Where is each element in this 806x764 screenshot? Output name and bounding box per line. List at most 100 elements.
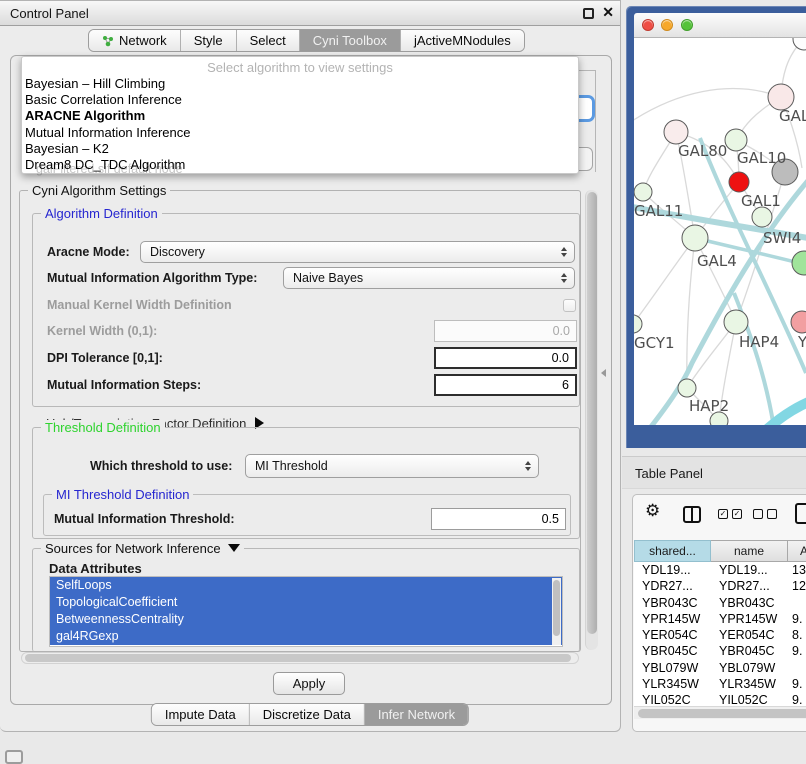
algorithm-dropdown: Select algorithm to view settings galFil…	[21, 56, 579, 174]
node-gal10[interactable]	[725, 129, 747, 151]
manual-kernel-label: Manual Kernel Width Definition	[47, 298, 232, 312]
network-canvas[interactable]: GAL GAL80 GAL10 GAL1 GAL11 SWI4 GAL4 GCY…	[634, 38, 806, 425]
threshold-definition-title: Threshold Definition	[41, 420, 165, 435]
mi-algorithm-type-select[interactable]: Naive Bayes	[283, 267, 575, 289]
table-row[interactable]: YPR145WYPR145W9.	[634, 611, 806, 627]
float-window-icon[interactable]	[583, 8, 594, 19]
mi-steps-field[interactable]: 6	[434, 374, 577, 396]
export-table-icon[interactable]	[795, 503, 806, 524]
settings-horizontal-scrollbar[interactable]	[21, 652, 579, 664]
cyni-algorithm-settings-title: Cyni Algorithm Settings	[28, 183, 170, 198]
network-window-titlebar[interactable]	[634, 13, 806, 38]
node-gal4[interactable]	[682, 225, 708, 251]
close-traffic-light-icon[interactable]	[642, 19, 654, 31]
gear-icon[interactable]: ⚙	[645, 501, 660, 521]
table-row[interactable]: YBR043CYBR043C	[634, 595, 806, 611]
mi-threshold-field[interactable]: 0.5	[431, 508, 566, 530]
tab-jactivemnodules[interactable]: jActiveMNodules	[401, 30, 524, 51]
list-item[interactable]: SelfLoops	[50, 577, 562, 594]
node-bright-green[interactable]	[792, 251, 806, 275]
tab-style[interactable]: Style	[181, 30, 237, 51]
table-row[interactable]: YIL052CYIL052C9.	[634, 692, 806, 706]
list-item[interactable]: TopologicalCoefficient	[50, 594, 562, 611]
table-panel-title: Table Panel	[635, 466, 703, 481]
node-gal1[interactable]	[729, 172, 749, 192]
data-attributes-label: Data Attributes	[49, 561, 142, 576]
table-row[interactable]: YER054CYER054C8.	[634, 627, 806, 643]
collapse-down-icon[interactable]	[228, 544, 240, 552]
table-row[interactable]: YBR045CYBR045C9.	[634, 643, 806, 659]
algorithm-definition-group: Algorithm Definition Aracne Mode: Discov…	[32, 213, 580, 407]
tab-cyni-toolbox[interactable]: Cyni Toolbox	[300, 30, 401, 51]
node-label: GAL4	[697, 252, 737, 270]
dropdown-item[interactable]: Basic Correlation Inference	[25, 92, 575, 108]
manual-kernel-checkbox[interactable]	[563, 299, 576, 312]
dropdown-item[interactable]: Bayesian – Hill Climbing	[25, 76, 575, 92]
dropdown-items: Bayesian – Hill Climbing Basic Correlati…	[25, 76, 575, 173]
select-all-icon[interactable]: ✓ ✓	[718, 509, 742, 519]
node-hap4[interactable]	[724, 310, 748, 334]
tab-network-label: Network	[119, 33, 167, 48]
table-panel-header: Table Panel	[622, 456, 806, 489]
tab-select[interactable]: Select	[237, 30, 300, 51]
table-row[interactable]: YDL19...YDL19...13	[634, 562, 806, 578]
sources-title[interactable]: Sources for Network Inference	[41, 541, 244, 556]
tab-network[interactable]: Network	[89, 30, 181, 51]
table-body[interactable]: YDL19...YDL19...13 YDR27...YDR27...12 YB…	[634, 562, 806, 706]
dropdown-item[interactable]: Mutual Information Inference	[25, 125, 575, 141]
node-gal11[interactable]	[634, 183, 652, 201]
mi-type-label: Mutual Information Algorithm Type:	[47, 271, 257, 285]
deselect-all-icon[interactable]	[753, 509, 777, 519]
node-gcy1[interactable]	[634, 315, 642, 333]
dropdown-item[interactable]: Dream8 DC_TDC Algorithm	[25, 157, 575, 173]
list-item[interactable]: gal4RGexp	[50, 628, 562, 645]
node-label: GAL1	[741, 192, 781, 210]
sources-group: Sources for Network Inference Data Attri…	[32, 548, 580, 652]
panel-splitter-handle[interactable]	[601, 369, 606, 377]
hidden-groupbox-border	[595, 71, 596, 172]
tab-discretize-data[interactable]: Discretize Data	[250, 704, 365, 725]
zoom-traffic-light-icon[interactable]	[681, 19, 693, 31]
control-panel-titlebar[interactable]: Control Panel ✕	[0, 1, 620, 26]
aracne-mode-select[interactable]: Discovery	[140, 241, 575, 263]
settings-vertical-scrollbar[interactable]	[585, 190, 598, 650]
tab-infer-network[interactable]: Infer Network	[365, 704, 468, 725]
algorithm-definition-title: Algorithm Definition	[41, 206, 162, 221]
dpi-tolerance-field[interactable]: 0.0	[434, 347, 577, 369]
network-view-window[interactable]: GAL GAL80 GAL10 GAL1 GAL11 SWI4 GAL4 GCY…	[626, 6, 806, 448]
node-label: GAL10	[737, 149, 786, 167]
minimize-traffic-light-icon[interactable]	[661, 19, 673, 31]
dropdown-item-selected[interactable]: ARACNE Algorithm	[25, 108, 575, 124]
node-partial-top[interactable]	[793, 38, 806, 50]
node-salmon[interactable]	[791, 311, 806, 333]
dropdown-placeholder: Select algorithm to view settings	[22, 60, 578, 75]
which-threshold-select[interactable]: MI Threshold	[245, 454, 539, 478]
mi-threshold-group-title: MI Threshold Definition	[52, 487, 193, 502]
list-item[interactable]: BetweennessCentrality	[50, 611, 562, 628]
table-horizontal-scrollbar[interactable]	[634, 706, 806, 719]
combo-arrows-icon	[561, 273, 567, 283]
table-row[interactable]: YLR345WYLR345W9.	[634, 676, 806, 692]
apply-button[interactable]: Apply	[273, 672, 345, 695]
column-header-name[interactable]: name	[711, 540, 788, 562]
cyni-algorithm-settings-group: Cyni Algorithm Settings Algorithm Defini…	[19, 190, 581, 652]
tab-impute-data[interactable]: Impute Data	[152, 704, 250, 725]
node-label: GAL11	[634, 202, 683, 220]
table-row[interactable]: YDR27...YDR27...12	[634, 578, 806, 594]
column-layout-icon[interactable]	[683, 506, 701, 523]
hidden-groupbox-border	[577, 70, 596, 71]
node-label: SWI4	[763, 229, 801, 247]
node-gal80[interactable]	[664, 120, 688, 144]
table-row[interactable]: YBL079WYBL079W	[634, 660, 806, 676]
node-hap2[interactable]	[678, 379, 696, 397]
node-swi4[interactable]	[752, 207, 772, 227]
data-attributes-list[interactable]: SelfLoops TopologicalCoefficient Between…	[49, 576, 563, 647]
close-icon[interactable]: ✕	[602, 4, 614, 21]
table-header-row: shared... name A	[634, 540, 806, 562]
control-panel-tabbar: Network Style Select Cyni Toolbox jActiv…	[88, 29, 525, 52]
combo-arrows-icon	[561, 247, 567, 257]
dropdown-item[interactable]: Bayesian – K2	[25, 141, 575, 157]
column-header-partial[interactable]: A	[788, 540, 806, 562]
list-scrollbar[interactable]	[552, 578, 561, 645]
column-header-shared-name[interactable]: shared...	[634, 540, 711, 562]
